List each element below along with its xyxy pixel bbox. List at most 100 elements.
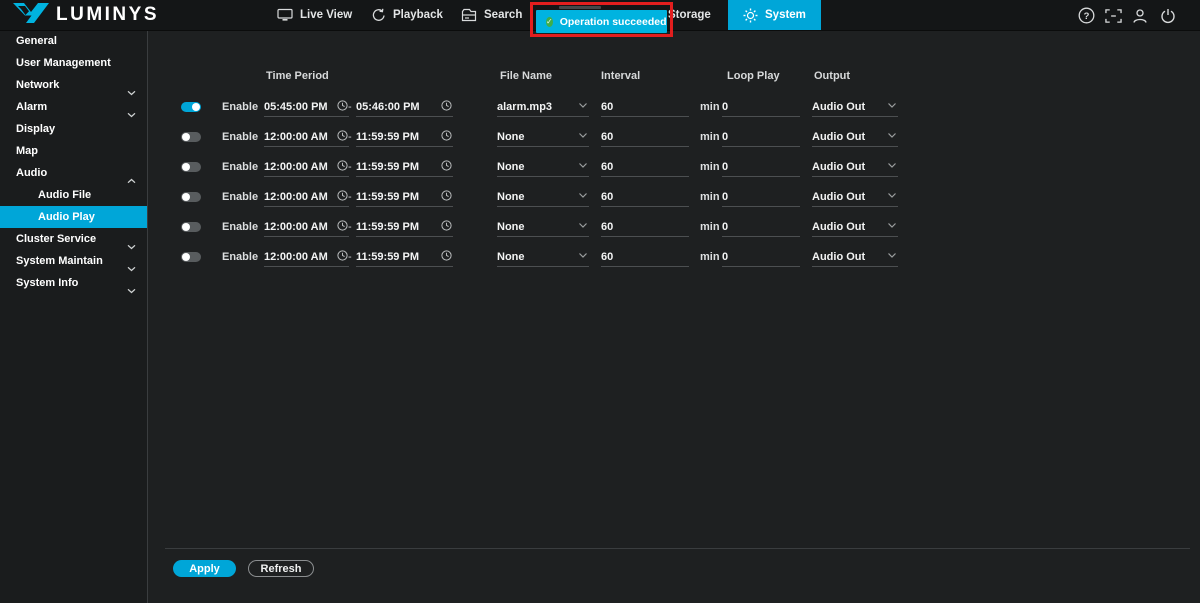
start-time-input[interactable]: 05:45:00 PM	[264, 97, 349, 117]
start-time-input[interactable]: 12:00:00 AM	[264, 157, 349, 177]
clock-icon[interactable]	[441, 220, 452, 234]
nav-search[interactable]: Search	[461, 0, 522, 30]
sidebar-item-user-management[interactable]: User Management	[0, 52, 147, 74]
nav-live-view[interactable]: Live View	[277, 0, 352, 30]
sidebar-item-system-maintain[interactable]: System Maintain	[0, 250, 147, 272]
sidebar-item-map[interactable]: Map	[0, 140, 147, 162]
file-name-select[interactable]: alarm.mp3	[497, 97, 589, 117]
enable-label: Enable	[222, 191, 258, 203]
interval-input[interactable]: 60	[601, 217, 689, 237]
output-select[interactable]: Audio Out	[812, 127, 898, 147]
chevron-down-icon	[887, 160, 897, 172]
loop-play-value: 0	[722, 221, 728, 233]
clock-icon[interactable]	[441, 130, 452, 144]
clock-icon[interactable]	[337, 190, 348, 204]
sidebar-item-alarm[interactable]: Alarm	[0, 96, 147, 118]
start-time-value: 12:00:00 AM	[264, 221, 328, 233]
output-value: Audio Out	[812, 131, 865, 143]
output-select[interactable]: Audio Out	[812, 247, 898, 267]
clock-icon[interactable]	[337, 100, 348, 114]
clock-icon[interactable]	[337, 220, 348, 234]
sidebar-item-general[interactable]: General	[0, 30, 147, 52]
start-time-value: 12:00:00 AM	[264, 131, 328, 143]
loop-play-input[interactable]: 0	[722, 187, 800, 207]
enable-toggle[interactable]	[181, 252, 201, 262]
output-select[interactable]: Audio Out	[812, 217, 898, 237]
sidebar-item-audio[interactable]: Audio	[0, 162, 147, 184]
file-name-select[interactable]: None	[497, 187, 589, 207]
clock-icon[interactable]	[441, 190, 452, 204]
enable-label: Enable	[222, 251, 258, 263]
end-time-input[interactable]: 11:59:59 PM	[356, 187, 453, 207]
sidebar-item-cluster-service[interactable]: Cluster Service	[0, 228, 147, 250]
power-icon[interactable]	[1159, 7, 1176, 24]
clock-icon[interactable]	[337, 160, 348, 174]
app-window: LUMINYS Live View Playback	[0, 0, 1200, 603]
sidebar-item-label: Network	[16, 79, 59, 91]
enable-toggle[interactable]	[181, 102, 201, 112]
end-time-input[interactable]: 11:59:59 PM	[356, 247, 453, 267]
loop-play-value: 0	[722, 161, 728, 173]
footer-divider	[165, 548, 1190, 549]
chevron-down-icon	[887, 190, 897, 202]
brand-name: LUMINYS	[56, 4, 159, 26]
table-row: Enable 12:00:00 AM - 11:59:59 PM None	[148, 122, 1200, 152]
loop-play-input[interactable]: 0	[722, 127, 800, 147]
end-time-value: 11:59:59 PM	[356, 131, 419, 143]
start-time-input[interactable]: 12:00:00 AM	[264, 187, 349, 207]
enable-toggle[interactable]	[181, 192, 201, 202]
sidebar-item-audio-play[interactable]: Audio Play	[0, 206, 147, 228]
enable-label: Enable	[222, 101, 258, 113]
output-select[interactable]: Audio Out	[812, 97, 898, 117]
output-select[interactable]: Audio Out	[812, 187, 898, 207]
interval-input[interactable]: 60	[601, 127, 689, 147]
loop-play-input[interactable]: 0	[722, 157, 800, 177]
end-time-input[interactable]: 11:59:59 PM	[356, 157, 453, 177]
enable-toggle[interactable]	[181, 132, 201, 142]
help-icon[interactable]: ?	[1078, 7, 1095, 24]
file-name-select[interactable]: None	[497, 247, 589, 267]
nav-playback[interactable]: Playback	[371, 0, 443, 30]
user-icon[interactable]	[1131, 7, 1148, 24]
sidebar-item-network[interactable]: Network	[0, 74, 147, 96]
end-time-input[interactable]: 11:59:59 PM	[356, 217, 453, 237]
clock-icon[interactable]	[441, 100, 452, 114]
loop-play-input[interactable]: 0	[722, 97, 800, 117]
file-name-select[interactable]: None	[497, 157, 589, 177]
time-separator: -	[348, 161, 352, 173]
interval-value: 60	[601, 131, 613, 143]
enable-toggle[interactable]	[181, 222, 201, 232]
nav-storage[interactable]: Storage	[668, 0, 711, 30]
loop-play-input[interactable]: 0	[722, 217, 800, 237]
clock-icon[interactable]	[337, 130, 348, 144]
sidebar-item-audio-file[interactable]: Audio File	[0, 184, 147, 206]
clock-icon[interactable]	[441, 160, 452, 174]
end-time-input[interactable]: 11:59:59 PM	[356, 127, 453, 147]
end-time-input[interactable]: 05:46:00 PM	[356, 97, 453, 117]
nav-system[interactable]: System	[728, 0, 821, 30]
start-time-input[interactable]: 12:00:00 AM	[264, 127, 349, 147]
enable-toggle[interactable]	[181, 162, 201, 172]
interval-input[interactable]: 60	[601, 247, 689, 267]
fullscreen-icon[interactable]	[1105, 7, 1122, 24]
sidebar-item-label: System Info	[16, 277, 78, 289]
chevron-down-icon	[578, 220, 588, 232]
file-name-select[interactable]: None	[497, 217, 589, 237]
time-separator: -	[348, 101, 352, 113]
sidebar-item-system-info[interactable]: System Info	[0, 272, 147, 294]
playback-icon	[371, 8, 386, 23]
clock-icon[interactable]	[441, 250, 452, 264]
start-time-input[interactable]: 12:00:00 AM	[264, 247, 349, 267]
interval-value: 60	[601, 251, 613, 263]
file-name-select[interactable]: None	[497, 127, 589, 147]
interval-input[interactable]: 60	[601, 187, 689, 207]
interval-input[interactable]: 60	[601, 97, 689, 117]
loop-play-input[interactable]: 0	[722, 247, 800, 267]
apply-button[interactable]: Apply	[173, 560, 236, 577]
output-select[interactable]: Audio Out	[812, 157, 898, 177]
start-time-input[interactable]: 12:00:00 AM	[264, 217, 349, 237]
refresh-button[interactable]: Refresh	[248, 560, 314, 577]
interval-input[interactable]: 60	[601, 157, 689, 177]
sidebar-item-display[interactable]: Display	[0, 118, 147, 140]
clock-icon[interactable]	[337, 250, 348, 264]
